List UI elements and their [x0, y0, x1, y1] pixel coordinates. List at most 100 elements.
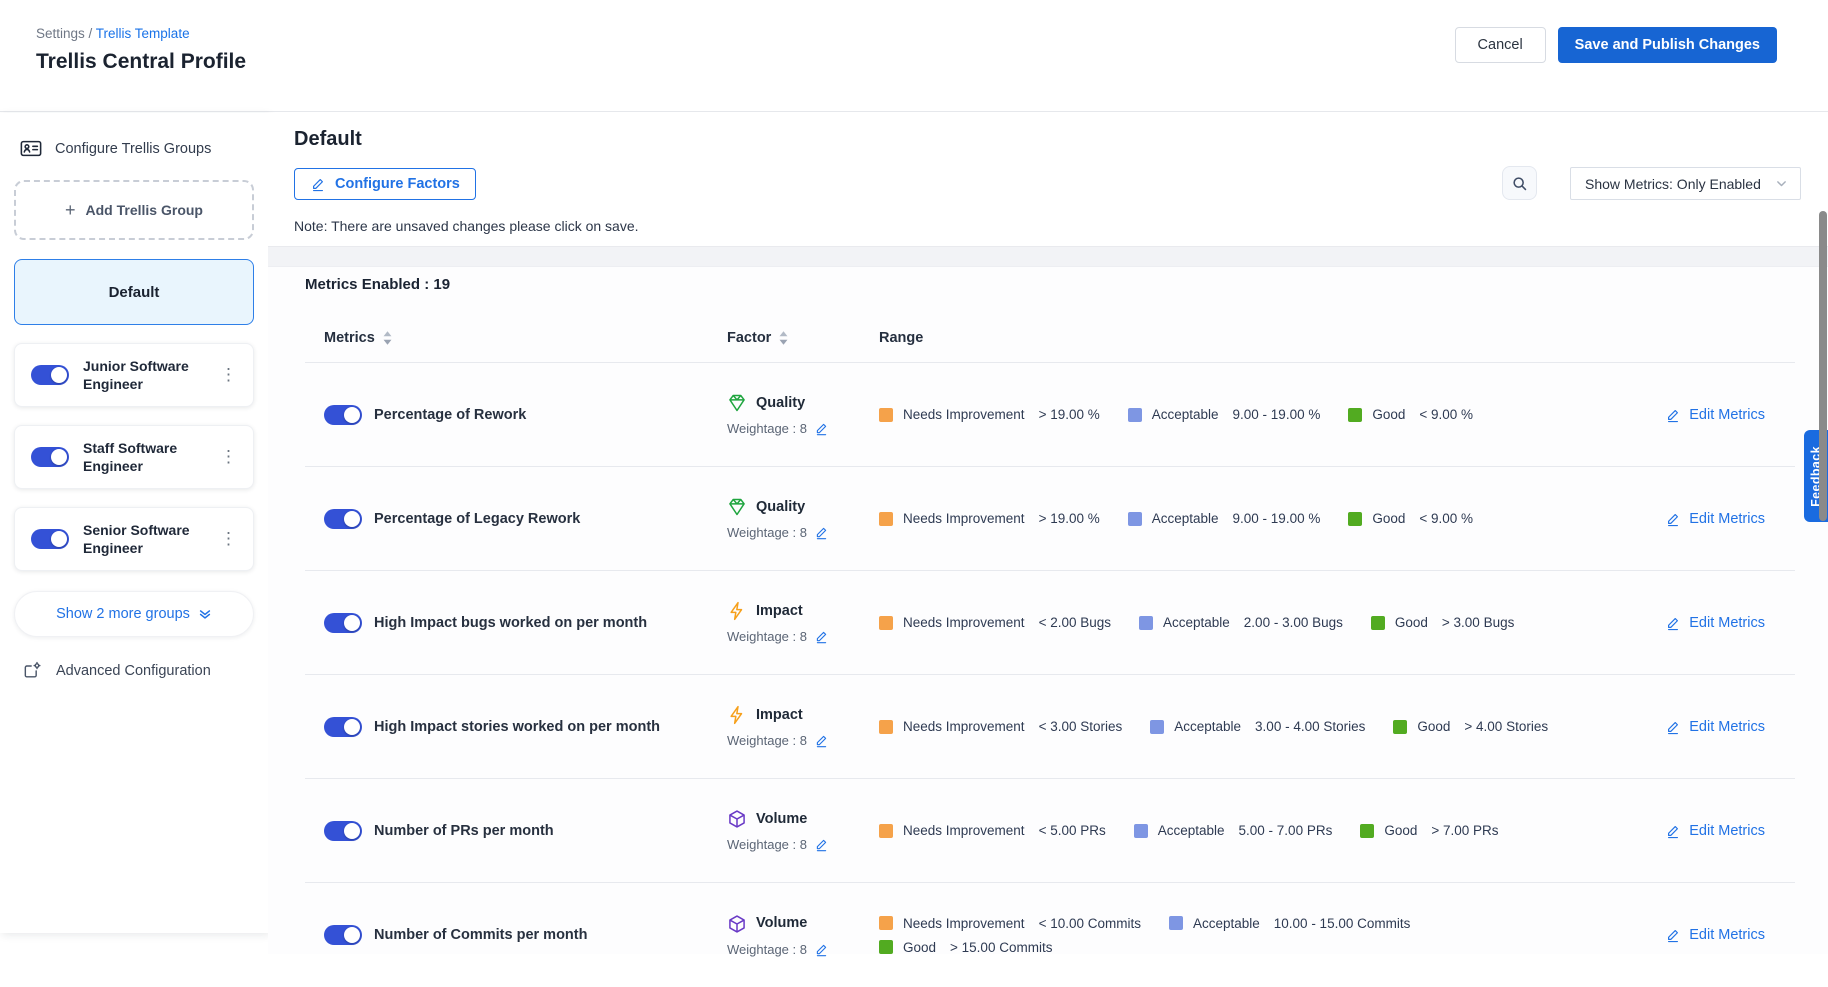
range-value: 10.00 - 15.00 Commits	[1274, 916, 1411, 931]
edit-weightage-pencil-icon[interactable]	[814, 525, 829, 540]
weightage-row: Weightage : 8	[727, 421, 879, 436]
breadcrumb-current-link[interactable]: Trellis Template	[96, 26, 190, 41]
edit-metrics-label: Edit Metrics	[1689, 511, 1765, 527]
range-item: Good > 3.00 Bugs	[1371, 615, 1514, 630]
edit-weightage-pencil-icon[interactable]	[814, 421, 829, 436]
metric-toggle[interactable]	[324, 509, 362, 529]
kebab-menu-icon[interactable]: ⋮	[214, 527, 243, 551]
configure-factors-label: Configure Factors	[335, 176, 460, 192]
sort-icon[interactable]	[779, 331, 788, 345]
edit-weightage-pencil-icon[interactable]	[814, 942, 829, 957]
edit-pencil-icon	[1665, 719, 1681, 735]
table-row: High Impact bugs worked on per month Imp…	[305, 571, 1795, 675]
edit-weightage-pencil-icon[interactable]	[814, 733, 829, 748]
metric-toggle[interactable]	[324, 717, 362, 737]
range-item: Needs Improvement < 10.00 Commits	[879, 916, 1141, 931]
group-toggle[interactable]	[31, 447, 69, 467]
range-label: Good	[903, 940, 936, 955]
weightage-row: Weightage : 8	[727, 942, 879, 957]
range-item: Acceptable 9.00 - 19.00 %	[1128, 511, 1321, 526]
topbar-actions: Cancel Save and Publish Changes	[1455, 27, 1777, 63]
metric-name: High Impact stories worked on per month	[374, 719, 660, 735]
metric-toggle[interactable]	[324, 821, 362, 841]
show-metrics-dropdown[interactable]: Show Metrics: Only Enabled	[1570, 167, 1801, 200]
column-header-range: Range	[879, 330, 1637, 346]
edit-metrics-link[interactable]: Edit Metrics	[1665, 615, 1765, 631]
range-color-swatch	[1128, 408, 1142, 422]
sort-icon[interactable]	[383, 331, 392, 345]
factor-icon	[727, 914, 747, 934]
sidebar-group-card[interactable]: Senior Software Engineer ⋮	[14, 507, 254, 571]
default-group-label: Default	[109, 284, 160, 301]
table-row: High Impact stories worked on per month …	[305, 675, 1795, 779]
breadcrumb-root[interactable]: Settings	[36, 26, 85, 41]
metric-cell: Number of PRs per month	[305, 821, 727, 841]
group-toggle[interactable]	[31, 365, 69, 385]
metric-toggle[interactable]	[324, 613, 362, 633]
table-body: Percentage of Rework Quality Weightage :…	[305, 363, 1795, 987]
sidebar-group-card[interactable]: Staff Software Engineer ⋮	[14, 425, 254, 489]
sidebar-item-default[interactable]: Default	[14, 259, 254, 325]
edit-metrics-label: Edit Metrics	[1689, 823, 1765, 839]
main-header: Default Configure Factors Note: There ar…	[268, 113, 1828, 246]
group-toggle[interactable]	[31, 529, 69, 549]
save-and-publish-button[interactable]: Save and Publish Changes	[1558, 27, 1777, 63]
edit-metrics-link[interactable]: Edit Metrics	[1665, 719, 1765, 735]
page-title: Trellis Central Profile	[36, 50, 246, 74]
table-header-row: Metrics Factor Range	[305, 313, 1795, 363]
cancel-button[interactable]: Cancel	[1455, 27, 1546, 63]
group-list: Junior Software Engineer ⋮ Staff Softwar…	[14, 343, 254, 571]
range-item: Acceptable 2.00 - 3.00 Bugs	[1139, 615, 1343, 630]
range-item: Acceptable 5.00 - 7.00 PRs	[1134, 823, 1333, 838]
table-row: Percentage of Legacy Rework Quality Weig…	[305, 467, 1795, 571]
weightage-label: Weightage : 8	[727, 734, 807, 747]
factor-name: Impact	[756, 604, 803, 619]
range-cell: Needs Improvement > 19.00 % Acceptable 9…	[879, 511, 1599, 526]
range-label: Needs Improvement	[903, 511, 1025, 526]
section-divider-band	[268, 246, 1828, 267]
range-color-swatch	[1360, 824, 1374, 838]
lightning-icon	[727, 705, 747, 725]
edit-weightage-pencil-icon[interactable]	[814, 629, 829, 644]
search-button[interactable]	[1502, 166, 1537, 200]
add-trellis-group-label: Add Trellis Group	[86, 202, 203, 218]
edit-weightage-pencil-icon[interactable]	[814, 837, 829, 852]
chevron-down-icon	[1775, 177, 1788, 190]
metric-toggle[interactable]	[324, 925, 362, 945]
vertical-scrollbar-thumb[interactable]	[1819, 211, 1827, 521]
group-name: Junior Software Engineer	[83, 357, 200, 393]
metric-toggle[interactable]	[324, 405, 362, 425]
range-color-swatch	[879, 512, 893, 526]
metric-cell: High Impact stories worked on per month	[305, 717, 727, 737]
search-icon	[1511, 175, 1528, 192]
edit-metrics-link[interactable]: Edit Metrics	[1665, 927, 1765, 943]
kebab-menu-icon[interactable]: ⋮	[214, 363, 243, 387]
edit-metrics-link[interactable]: Edit Metrics	[1665, 511, 1765, 527]
factor-name: Quality	[756, 500, 805, 515]
edit-metrics-link[interactable]: Edit Metrics	[1665, 407, 1765, 423]
weightage-row: Weightage : 8	[727, 837, 879, 852]
group-title: Default	[294, 128, 362, 151]
edit-metrics-label: Edit Metrics	[1689, 719, 1765, 735]
factor-cell: Quality Weightage : 8	[727, 393, 879, 436]
edit-metrics-link[interactable]: Edit Metrics	[1665, 823, 1765, 839]
sidebar-group-card[interactable]: Junior Software Engineer ⋮	[14, 343, 254, 407]
range-color-swatch	[879, 916, 893, 930]
range-label: Needs Improvement	[903, 615, 1025, 630]
range-value: < 5.00 PRs	[1039, 823, 1106, 838]
column-header-factor[interactable]: Factor	[727, 330, 879, 346]
column-header-metrics[interactable]: Metrics	[305, 330, 727, 346]
range-label: Good	[1384, 823, 1417, 838]
configure-factors-button[interactable]: Configure Factors	[294, 168, 476, 200]
edit-pencil-icon	[1665, 407, 1681, 423]
sidebar-section-header: Configure Trellis Groups	[20, 139, 254, 158]
show-metrics-dropdown-value: Show Metrics: Only Enabled	[1585, 176, 1775, 192]
kebab-menu-icon[interactable]: ⋮	[214, 445, 243, 469]
factor-name: Volume	[756, 916, 807, 931]
weightage-label: Weightage : 8	[727, 422, 807, 435]
add-trellis-group-button[interactable]: + Add Trellis Group	[14, 180, 254, 240]
advanced-configuration-link[interactable]: Advanced Configuration	[22, 661, 254, 681]
sidebar: Configure Trellis Groups + Add Trellis G…	[0, 113, 268, 933]
show-more-groups-button[interactable]: Show 2 more groups	[14, 591, 254, 637]
range-value: > 15.00 Commits	[950, 940, 1052, 955]
